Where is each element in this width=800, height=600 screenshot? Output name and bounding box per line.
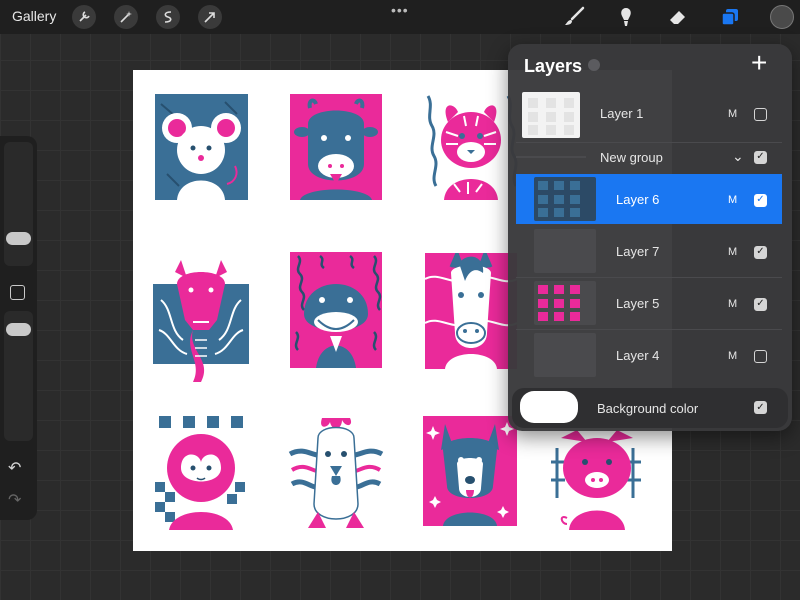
blend-mode-button[interactable]: M	[728, 246, 737, 258]
add-layer-button[interactable]: +	[751, 49, 767, 77]
layer-name: Layer 4	[616, 348, 660, 363]
more-options-icon[interactable]: •••	[391, 2, 409, 18]
layer-name: New group	[600, 150, 663, 165]
redo-icon[interactable]: ↷	[8, 490, 21, 510]
modify-button[interactable]	[10, 285, 25, 300]
transform-arrow-icon[interactable]	[198, 5, 222, 29]
undo-icon[interactable]: ↶	[8, 458, 21, 478]
layers-icon[interactable]	[717, 5, 743, 29]
pig-illustration	[547, 428, 647, 530]
layer-thumbnail	[534, 281, 596, 325]
layer-name: Layer 1	[600, 106, 644, 121]
selection-icon[interactable]	[156, 5, 180, 29]
layer-visibility-checkbox[interactable]	[754, 350, 767, 363]
background-color-label: Background color	[597, 401, 699, 416]
layer-thumbnail	[534, 177, 596, 221]
layer-name: Layer 7	[616, 244, 660, 259]
opacity-slider[interactable]	[4, 311, 33, 441]
layers-title: Layers	[524, 56, 583, 76]
row-divider	[516, 142, 782, 143]
dog-illustration	[423, 416, 517, 526]
layer-visibility-checkbox[interactable]	[754, 108, 767, 121]
blend-mode-button[interactable]: M	[728, 194, 737, 206]
layer-thumbnail	[534, 333, 596, 377]
layers-info-icon	[588, 59, 600, 71]
monkey-illustration	[155, 416, 248, 530]
sidebar-panel: ↶ ↷	[0, 136, 37, 520]
layer-thumbnail	[534, 229, 596, 273]
opacity-thumb[interactable]	[6, 323, 31, 336]
background-visibility-checkbox[interactable]: ✓	[754, 401, 767, 414]
group-indicator	[516, 156, 586, 158]
tiger-illustration	[424, 92, 518, 200]
brush-size-slider[interactable]	[4, 142, 33, 266]
snake-illustration	[290, 252, 382, 368]
horse-illustration	[425, 253, 517, 369]
smudge-icon[interactable]	[613, 5, 639, 29]
layer-thumbnail	[522, 92, 580, 138]
dragon-illustration	[153, 250, 249, 382]
layers-panel: Layers + Layer 1 M New group ⌄ ✓ Layer 6…	[508, 44, 792, 431]
layer-row-layer-5[interactable]: Layer 5 M ✓	[516, 278, 782, 328]
background-color-row[interactable]: Background color ✓	[512, 388, 788, 428]
brush-icon[interactable]	[561, 5, 587, 29]
wrench-icon[interactable]	[72, 5, 96, 29]
eraser-icon[interactable]	[664, 5, 690, 29]
layer-name: Layer 6	[616, 192, 660, 207]
layer-visibility-checkbox[interactable]: ✓	[754, 246, 767, 259]
gallery-button[interactable]: Gallery	[12, 8, 56, 24]
layer-row-layer-4[interactable]: Layer 4 M	[516, 330, 782, 380]
rooster-illustration	[288, 414, 384, 528]
color-picker-button[interactable]	[770, 5, 794, 29]
blend-mode-button[interactable]: M	[728, 298, 737, 310]
layer-row-new-group[interactable]: New group ⌄ ✓	[516, 144, 782, 172]
layer-row-layer-6[interactable]: Layer 6 M ✓	[516, 174, 782, 224]
layer-name: Layer 5	[616, 296, 660, 311]
layer-row-layer-7[interactable]: Layer 7 M ✓	[516, 226, 782, 276]
background-color-swatch[interactable]	[520, 391, 578, 423]
layer-visibility-checkbox[interactable]: ✓	[754, 194, 767, 207]
brush-size-thumb[interactable]	[6, 232, 31, 245]
top-toolbar: Gallery •••	[0, 0, 800, 34]
layer-visibility-checkbox[interactable]: ✓	[754, 151, 767, 164]
blend-mode-button[interactable]: M	[728, 108, 737, 120]
magic-wand-icon[interactable]	[114, 5, 138, 29]
layer-visibility-checkbox[interactable]: ✓	[754, 298, 767, 311]
ox-illustration	[290, 94, 382, 200]
blend-mode-button[interactable]: M	[728, 350, 737, 362]
rat-illustration	[155, 94, 248, 200]
layer-row-layer-1[interactable]: Layer 1 M	[516, 88, 782, 140]
chevron-down-icon[interactable]: ⌄	[732, 148, 744, 165]
